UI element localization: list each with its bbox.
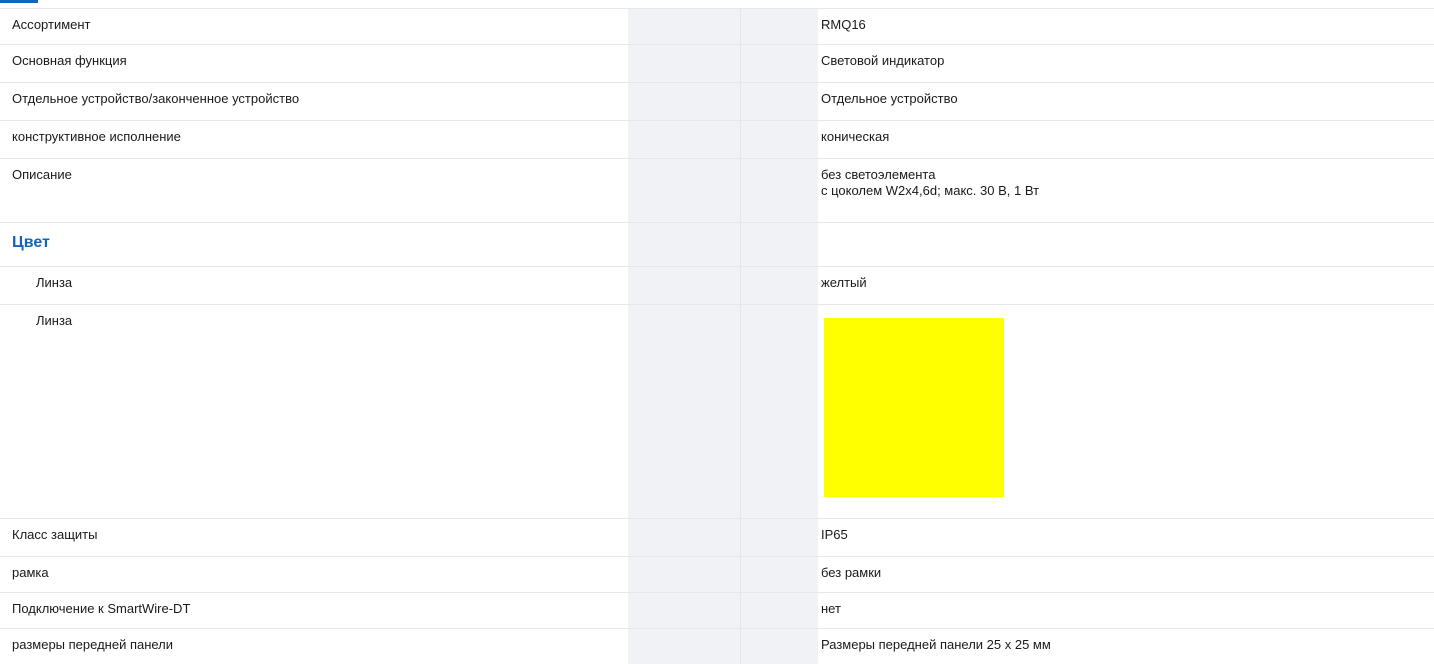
lens-color-swatch [824, 318, 1004, 497]
spec-row-device-type: Отдельное устройство/законченное устройс… [0, 82, 1434, 120]
spec-label: Линза [36, 275, 73, 290]
spec-value-line: без светоэлемента [821, 167, 936, 182]
spec-row-frame: рамка без рамки [0, 556, 1434, 592]
spec-value: без рамки [821, 565, 882, 580]
section-header-color: Цвет [0, 222, 1434, 266]
spec-row-assortment: Ассортимент RMQ16 [0, 8, 1434, 44]
spec-row-design: конструктивное исполнение коническая [0, 120, 1434, 158]
spec-label: рамка [12, 565, 49, 580]
spec-row-lens-swatch: Линза [0, 304, 1434, 518]
spec-table: Ассортимент RMQ16 Основная функция Свето… [0, 0, 1434, 664]
spec-value: IP65 [821, 527, 848, 542]
spec-row-description: Описание без светоэлемента с цоколем W2x… [0, 158, 1434, 222]
spec-label: Основная функция [12, 53, 127, 68]
spec-value: Отдельное устройство [821, 91, 958, 106]
spec-label: размеры передней панели [12, 637, 174, 652]
spec-value: Световой индикатор [821, 53, 945, 68]
spec-label: Отдельное устройство/законченное устройс… [12, 91, 300, 106]
spec-value: RMQ16 [821, 17, 866, 32]
spec-row-lens-color: Линза желтый [0, 266, 1434, 304]
spec-value: без светоэлемента с цоколем W2x4,6d; мак… [821, 167, 1039, 199]
spec-value: коническая [821, 129, 890, 144]
section-title: Цвет [12, 234, 50, 251]
spec-value-line: с цоколем W2x4,6d; макс. 30 В, 1 Вт [821, 183, 1040, 198]
spec-label: Описание [12, 167, 72, 182]
spec-row-smartwire: Подключение к SmartWire-DT нет [0, 592, 1434, 628]
spec-value: желтый [821, 275, 867, 290]
spec-label: Подключение к SmartWire-DT [12, 601, 191, 616]
spec-label: Линза [36, 313, 73, 328]
spec-value: нет [821, 601, 841, 616]
spec-row-protection-class: Класс защиты IP65 [0, 518, 1434, 556]
spec-label: конструктивное исполнение [12, 129, 181, 144]
spec-value: Размеры передней панели 25 x 25 мм [821, 637, 1051, 652]
header-accent-bar [0, 0, 38, 3]
spec-label: Класс защиты [12, 527, 98, 542]
spec-row-front-dimensions: размеры передней панели Размеры передней… [0, 628, 1434, 664]
spec-label: Ассортимент [12, 17, 91, 32]
spec-row-main-function: Основная функция Световой индикатор [0, 44, 1434, 82]
